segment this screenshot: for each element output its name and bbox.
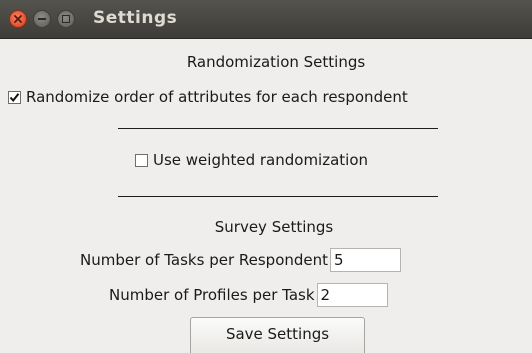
tasks-per-respondent-label: Number of Tasks per Respondent xyxy=(80,251,329,269)
weighted-randomization-checkbox[interactable] xyxy=(135,153,148,167)
title-bar[interactable]: Settings xyxy=(0,0,532,39)
close-icon xyxy=(14,15,22,23)
profiles-per-task-input[interactable]: 2 xyxy=(316,283,388,307)
maximize-icon xyxy=(62,15,70,23)
randomization-heading: Randomization Settings xyxy=(186,53,366,71)
randomize-order-option[interactable]: Randomize order of attributes for each r… xyxy=(8,88,408,106)
minimize-icon xyxy=(38,18,46,20)
close-button[interactable] xyxy=(9,10,27,28)
weighted-randomization-label: Use weighted randomization xyxy=(153,151,369,169)
profiles-per-task-row: Number of Profiles per Task 2 xyxy=(109,283,388,307)
tasks-per-respondent-input[interactable]: 5 xyxy=(330,248,402,272)
maximize-button[interactable] xyxy=(57,10,75,28)
survey-heading: Survey Settings xyxy=(214,218,334,236)
profiles-per-task-label: Number of Profiles per Task xyxy=(109,286,315,304)
tasks-per-respondent-row: Number of Tasks per Respondent 5 xyxy=(80,248,402,272)
randomize-order-label: Randomize order of attributes for each r… xyxy=(26,88,408,106)
divider xyxy=(118,128,438,129)
randomize-order-checkbox[interactable] xyxy=(8,90,21,104)
settings-window: Settings Randomization Settings Randomiz… xyxy=(0,0,532,353)
minimize-button[interactable] xyxy=(33,10,51,28)
save-settings-button[interactable]: Save Settings xyxy=(190,317,365,353)
check-icon xyxy=(9,92,20,102)
window-title: Settings xyxy=(93,8,178,28)
divider xyxy=(118,196,438,197)
weighted-randomization-option[interactable]: Use weighted randomization xyxy=(135,151,368,169)
